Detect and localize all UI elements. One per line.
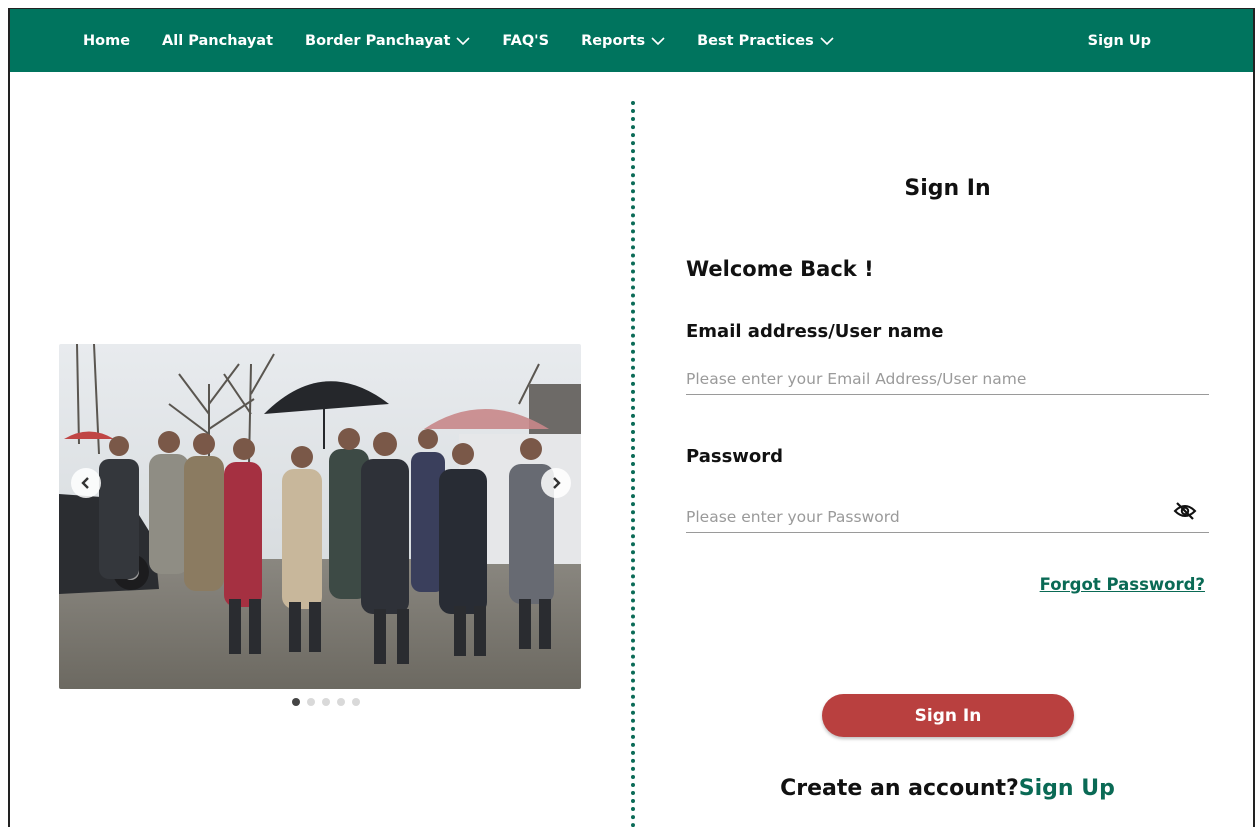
create-account-prompt: Create an account?Sign Up <box>686 776 1209 801</box>
nav-reports[interactable]: Reports <box>581 33 665 49</box>
carousel-dot[interactable] <box>352 698 360 706</box>
page-frame: Home All Panchayat Border Panchayat FAQ'… <box>8 8 1255 827</box>
welcome-heading: Welcome Back ! <box>686 257 874 281</box>
carousel-dot[interactable] <box>292 698 300 706</box>
section-divider <box>631 101 635 827</box>
carousel-photo <box>59 344 581 689</box>
nav-border-panchayat[interactable]: Border Panchayat <box>305 33 470 49</box>
signin-title: Sign In <box>904 176 991 201</box>
carousel-indicators <box>292 698 360 706</box>
nav-home[interactable]: Home <box>83 33 130 49</box>
nav-all-panchayat[interactable]: All Panchayat <box>162 33 273 49</box>
chevron-left-icon <box>81 477 89 489</box>
signin-button[interactable]: Sign In <box>822 694 1074 737</box>
create-account-text: Create an account? <box>780 776 1019 801</box>
nav-label: All Panchayat <box>162 32 274 49</box>
chevron-down-icon <box>820 36 834 45</box>
email-field[interactable] <box>686 364 1209 395</box>
chevron-down-icon <box>456 36 470 45</box>
chevron-right-icon <box>553 477 561 489</box>
email-label: Email address/User name <box>686 321 944 342</box>
eye-off-icon[interactable] <box>1173 501 1197 521</box>
carousel-dot[interactable] <box>307 698 315 706</box>
nav-signup-link[interactable]: Sign Up <box>1088 9 1151 72</box>
top-navbar: Home All Panchayat Border Panchayat FAQ'… <box>10 9 1253 72</box>
nav-label: Best Practices <box>697 32 814 49</box>
carousel-next-button[interactable] <box>541 468 571 498</box>
nav-label: Border Panchayat <box>305 32 451 49</box>
image-carousel <box>59 344 581 689</box>
nav-label: Home <box>83 32 131 49</box>
password-label: Password <box>686 446 784 467</box>
nav-label: FAQ'S <box>502 32 550 49</box>
nav-menu: Home All Panchayat Border Panchayat FAQ'… <box>83 33 834 49</box>
signup-link[interactable]: Sign Up <box>1019 776 1115 801</box>
chevron-down-icon <box>651 36 665 45</box>
carousel-dot[interactable] <box>322 698 330 706</box>
nav-label: Reports <box>581 32 646 49</box>
nav-best-practices[interactable]: Best Practices <box>697 33 834 49</box>
carousel-prev-button[interactable] <box>71 468 101 498</box>
carousel-dot[interactable] <box>337 698 345 706</box>
forgot-password-link[interactable]: Forgot Password? <box>1040 575 1205 594</box>
password-field[interactable] <box>686 502 1209 533</box>
nav-faqs[interactable]: FAQ'S <box>502 33 549 49</box>
